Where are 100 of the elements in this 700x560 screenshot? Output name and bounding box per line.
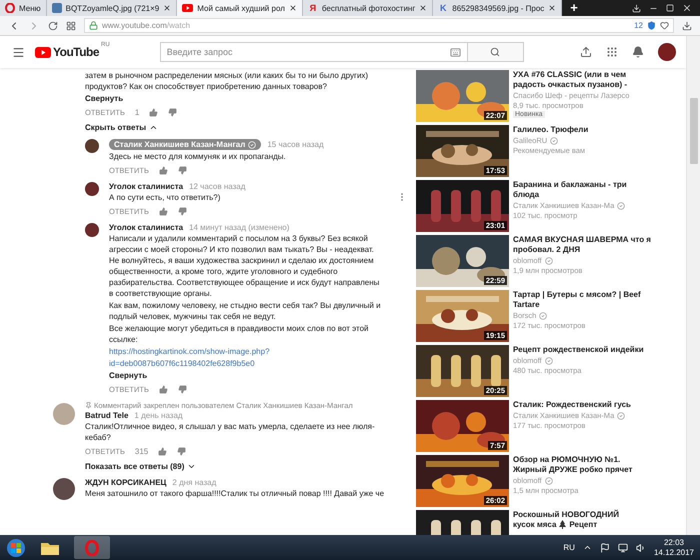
verified-icon bbox=[248, 140, 256, 148]
video-title[interactable]: САМАЯ ВКУСНАЯ ШАВЕРМА что я пробовал. 2 ДНЯ bbox=[513, 235, 653, 255]
collapse-link[interactable]: Свернуть bbox=[109, 370, 148, 381]
comment-author[interactable]: Уголок сталиниста bbox=[109, 223, 184, 232]
user-avatar bbox=[53, 403, 75, 425]
thumbs-up-icon[interactable] bbox=[158, 207, 168, 216]
scrollbar-thumb[interactable] bbox=[690, 98, 698, 164]
replies-toggle[interactable]: Скрыть ответы bbox=[85, 123, 158, 132]
comment-text: Сталик!Отличное видео, я слышал у вас мать умерла, сделаете из нее люля-кебаб? bbox=[85, 421, 376, 443]
bell-icon[interactable] bbox=[632, 46, 644, 58]
close-icon[interactable] bbox=[163, 4, 172, 12]
comment-time: 2 дня назад bbox=[172, 478, 216, 487]
christmas-tree-icon bbox=[559, 520, 566, 529]
comment-link[interactable]: id=deb0087b607f6c1198402fe628f9b5e0 bbox=[109, 358, 385, 369]
flag-icon[interactable] bbox=[600, 542, 610, 552]
network-icon[interactable] bbox=[618, 542, 628, 552]
comment-time: 1 день назад bbox=[134, 411, 183, 420]
comment-text: Здесь не место для коммуняк и их пропаганды. bbox=[109, 151, 287, 162]
url-host: www.youtube.com bbox=[102, 21, 167, 30]
chevron-up-icon bbox=[149, 123, 158, 132]
comment-author[interactable]: ЖДУН КОРСИКАНЕЦ bbox=[85, 478, 166, 487]
video-title[interactable]: кусок мяса bbox=[513, 520, 556, 529]
shield-icon[interactable] bbox=[647, 21, 656, 30]
video-title[interactable]: Обзор на РЮМОЧНУЮ №1. Жирный ДРУЖЕ робко прячет bbox=[513, 455, 653, 475]
thumbs-up-icon[interactable] bbox=[149, 108, 158, 117]
browser-tab[interactable]: Я бесплатный фотохостинг bbox=[302, 0, 434, 16]
video-title[interactable]: Галилео. Трюфели bbox=[513, 125, 653, 135]
opera-logo-icon bbox=[5, 3, 15, 13]
apps-icon[interactable] bbox=[606, 46, 618, 58]
volume-icon[interactable] bbox=[636, 542, 646, 552]
language-indicator[interactable]: RU bbox=[563, 543, 575, 552]
keyboard-icon[interactable] bbox=[450, 46, 461, 58]
video-title[interactable]: Рецепт рождественской индейки bbox=[513, 345, 653, 355]
thumbs-up-icon[interactable] bbox=[158, 385, 168, 394]
start-button-icon[interactable] bbox=[6, 538, 26, 558]
like-count: 1 bbox=[134, 108, 140, 117]
download-icon[interactable] bbox=[632, 4, 641, 12]
comment-text: Меня затошнило от такого фарша!!!!Сталик ты отличный повар !!!! Давай уже че bbox=[85, 488, 385, 499]
reload-icon[interactable] bbox=[48, 20, 58, 30]
browser-tab[interactable]: Мой самый худший рол bbox=[177, 0, 303, 16]
browser-tab[interactable]: Меню bbox=[0, 0, 47, 16]
thumbs-down-icon[interactable] bbox=[177, 447, 186, 456]
video-title[interactable]: Рецепт bbox=[569, 520, 598, 529]
search-field[interactable]: Введите запрос bbox=[160, 42, 468, 62]
blocked-count: 12 bbox=[634, 21, 643, 30]
folder-icon[interactable] bbox=[41, 540, 59, 554]
user-avatar bbox=[53, 478, 75, 500]
site-logo-icon: K bbox=[438, 3, 448, 13]
video-title[interactable]: Баранина и баклажаны - три блюда bbox=[513, 180, 653, 200]
user-avatar bbox=[85, 182, 99, 196]
tray-expand-icon[interactable] bbox=[582, 543, 592, 552]
comment-author[interactable]: Уголок сталиниста bbox=[109, 182, 184, 191]
comment-time: 14 минут назад (изменено) bbox=[189, 223, 290, 232]
comment-time: 15 часов назад bbox=[267, 140, 324, 149]
replies-toggle[interactable]: Показать все ответы (89) bbox=[85, 462, 196, 471]
video-title[interactable]: УХА #76 CLASSIC (или в чем радость очкастых пузанов) - bbox=[513, 70, 653, 90]
comment-text: А по сути есть, что ответить?) bbox=[109, 192, 222, 203]
maximize-icon[interactable] bbox=[666, 4, 674, 12]
address-field[interactable]: www.youtube.com/watch 12 bbox=[84, 18, 674, 33]
menu-icon[interactable] bbox=[12, 46, 25, 58]
comment-author[interactable]: Batrud Tele bbox=[85, 411, 128, 420]
clock[interactable]: 22:03 14.12.2017 bbox=[654, 538, 694, 558]
account-avatar[interactable] bbox=[658, 43, 676, 61]
channel-owner-name[interactable]: Сталик Ханкишиев Казан-Мангал bbox=[109, 139, 262, 150]
upload-icon[interactable] bbox=[580, 46, 592, 58]
comment-text: Как вам, пожилому человеку, не стыдно вести себя так? Вы двуличный и подлый человек, мужчины так себя не ведут. bbox=[109, 300, 382, 322]
thumbs-down-icon[interactable] bbox=[178, 166, 187, 175]
close-icon[interactable] bbox=[288, 4, 297, 12]
scrollbar[interactable] bbox=[686, 36, 700, 535]
user-avatar bbox=[85, 223, 99, 237]
comment-text: Все желающие могут убедиться в правдивости моих слов по вот этой ссылке: bbox=[109, 323, 370, 345]
play-logo-icon bbox=[35, 46, 51, 58]
search-icon bbox=[490, 47, 500, 57]
thumbs-down-icon[interactable] bbox=[168, 108, 178, 117]
thumbs-down-icon[interactable] bbox=[178, 385, 187, 394]
speed-dial-icon[interactable] bbox=[66, 20, 76, 30]
close-icon[interactable] bbox=[419, 4, 428, 12]
url-path: /watch bbox=[166, 21, 190, 30]
video-title[interactable]: Роскошный НОВОГОДНИЙ bbox=[513, 510, 653, 519]
browser-tab[interactable]: K 865298349569.jpg - Прос bbox=[433, 0, 562, 16]
close-icon[interactable] bbox=[682, 3, 692, 13]
thumbs-up-icon[interactable] bbox=[158, 447, 168, 456]
video-title[interactable]: Сталик: Рождественский гусь bbox=[513, 400, 653, 410]
collapse-link[interactable]: Свернуть bbox=[85, 93, 124, 104]
vk-logo-icon bbox=[52, 3, 62, 13]
comment-time: 12 часов назад bbox=[189, 182, 246, 191]
browser-tab[interactable]: BQTZoyamleQ.jpg (721×9 bbox=[46, 0, 178, 16]
video-title[interactable]: Тартар | Бутеры с мясом? | Beef Tartare bbox=[513, 290, 653, 310]
comment-text: Написали и удалили комментарий с посылом на 3 буквы? Без всякой агрессии с моей стороны? И кто позволил вам тыкать? Вы - неадекват. Не волнуйтесь, я ваши художества заскринил и сделаю их достоянием общественности, а кроме того, ждите уголовного и судебного разбирательства. Соответствующее обращение и иск будут направлены в соответствующие органы. bbox=[109, 233, 380, 299]
thumbs-up-icon[interactable] bbox=[158, 166, 168, 175]
thumbs-down-icon[interactable] bbox=[178, 207, 187, 216]
site-logo-icon: Я bbox=[308, 3, 318, 13]
download-icon[interactable] bbox=[682, 20, 692, 30]
heart-icon[interactable] bbox=[660, 21, 669, 30]
new-tab-button[interactable]: + bbox=[562, 0, 586, 16]
comment-link[interactable]: https://hostingkartinok.com/show-image.php? bbox=[109, 346, 385, 357]
youtube-logo-icon bbox=[182, 4, 194, 12]
chevron-down-icon bbox=[187, 462, 196, 471]
close-icon[interactable] bbox=[548, 4, 556, 12]
lock-icon bbox=[89, 21, 98, 30]
